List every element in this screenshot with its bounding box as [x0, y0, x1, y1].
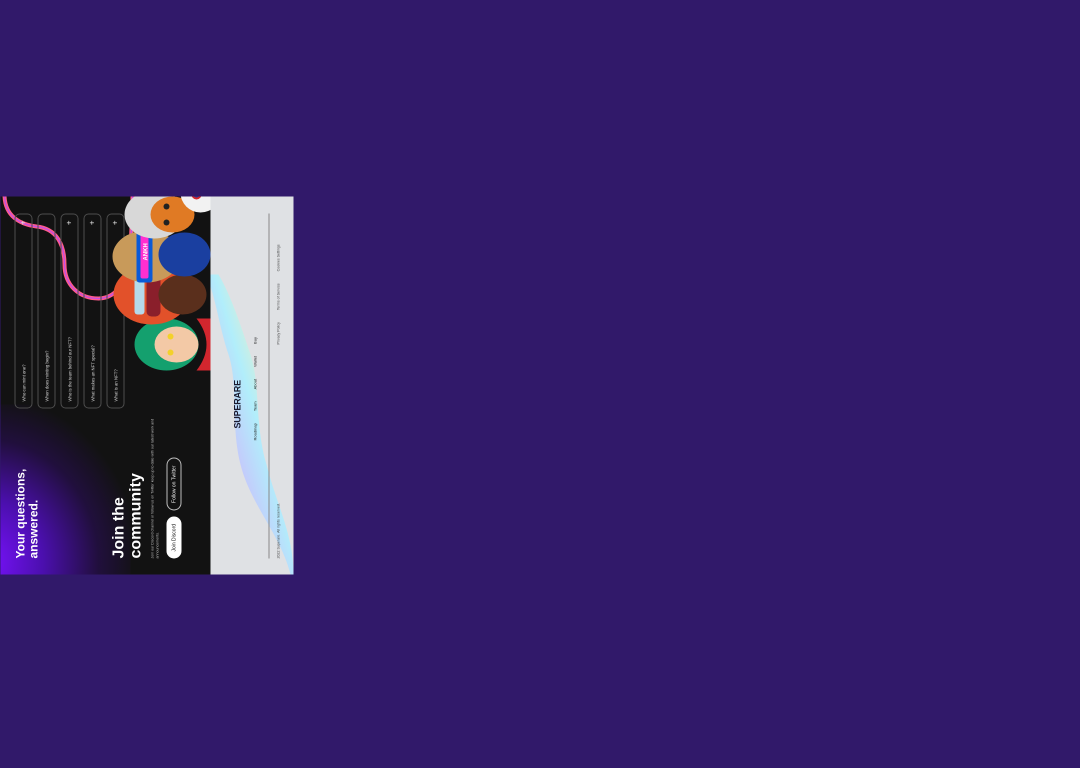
faq-question: Who is the team behind our NFT? [66, 336, 72, 401]
copyright-text: 2022 Superare. All rights reserved. [276, 502, 280, 558]
faq-question: When does minting begin? [43, 350, 49, 401]
faq-title: Your questions, answered. [13, 468, 40, 558]
plus-icon[interactable]: + [87, 220, 96, 225]
faq-item[interactable]: Who can mint one? + [14, 213, 32, 408]
page-canvas: Your questions, answered. Who can mint o… [0, 196, 293, 574]
nav-link-about[interactable]: About [252, 378, 257, 388]
follow-twitter-button[interactable]: Follow on Twitter [166, 457, 181, 511]
footer: SUPERARE Roadmap Team About Wallet Buy 2… [210, 196, 293, 574]
community-buttons: Join Discord Follow on Twitter [166, 457, 181, 558]
brand-logo[interactable]: SUPERARE [232, 380, 242, 428]
nft-characters-illustration: ANKH [112, 196, 210, 370]
footer-divider [268, 213, 269, 558]
holographic-decoration [210, 274, 293, 574]
cookies-settings-link[interactable]: Cookies Settings [276, 244, 280, 271]
nav-link-roadmap[interactable]: Roadmap [252, 423, 257, 440]
faq-item[interactable]: Who is the team behind our NFT? + [60, 213, 78, 408]
faq-item[interactable]: When does minting begin? [37, 213, 55, 408]
legal-links: Privacy Policy Terms of Service Cookies … [276, 244, 280, 344]
plus-icon[interactable]: + [18, 220, 27, 225]
plus-icon[interactable]: + [64, 220, 73, 225]
community-title: Join the community [110, 472, 144, 558]
nav-link-wallet[interactable]: Wallet [252, 355, 257, 366]
community-description: Join our Discord channel or follow us on… [150, 418, 159, 558]
join-discord-button[interactable]: Join Discord [166, 516, 181, 558]
nav-link-team[interactable]: Team [252, 401, 257, 411]
faq-question: What makes an NFT special? [89, 344, 95, 401]
terms-link[interactable]: Terms of Service [276, 283, 280, 310]
faq-question: Who can mint one? [20, 363, 26, 401]
hero-caption: ANKH [143, 243, 149, 260]
privacy-policy-link[interactable]: Privacy Policy [276, 322, 280, 344]
footer-nav: Roadmap Team About Wallet Buy [252, 337, 257, 440]
dark-section: Your questions, answered. Who can mint o… [0, 196, 210, 574]
nav-link-buy[interactable]: Buy [252, 337, 257, 344]
